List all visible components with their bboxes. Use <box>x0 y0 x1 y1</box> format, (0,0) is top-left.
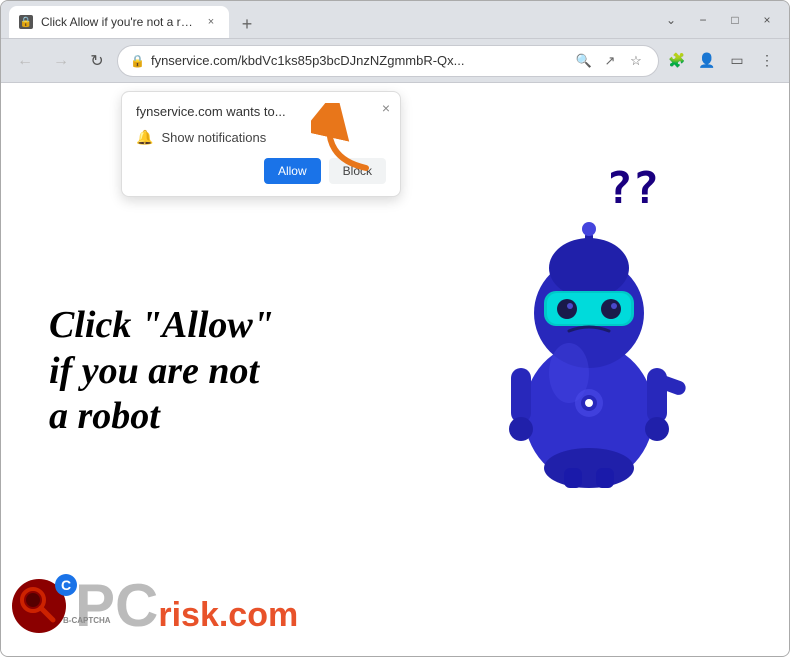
bookmark-icon[interactable]: ☆ <box>626 51 646 71</box>
robot-container <box>469 173 729 513</box>
address-icons: 🔍 ↗ ☆ <box>574 51 646 71</box>
robot-svg <box>469 173 709 493</box>
block-button[interactable]: Block <box>329 158 386 184</box>
popup-notification-row: 🔔 Show notifications <box>136 129 386 146</box>
reload-button[interactable]: ↻ <box>81 45 113 77</box>
profile-icon[interactable]: 👤 <box>693 47 721 75</box>
pcrisk-full-text: PC risk.com <box>75 576 298 636</box>
tab-strip: 🔒 Click Allow if you're not a robot × + <box>9 1 653 38</box>
popup-buttons: Allow Block <box>136 158 386 184</box>
notification-popup: × fynservice.com wants to... 🔔 Show noti… <box>121 91 401 197</box>
close-button[interactable]: × <box>753 6 781 34</box>
headline-line2: if you are not <box>49 349 274 395</box>
risk-text: risk.com <box>158 598 298 632</box>
popup-site-text: fynservice.com wants to... <box>136 104 386 119</box>
back-icon: ← <box>17 52 33 70</box>
sidebar-icon[interactable]: ▭ <box>723 47 751 75</box>
pcrisk-logo: B-CAPTCHA C PC risk.com <box>11 576 298 636</box>
minimize-button[interactable]: − <box>689 6 717 34</box>
menu-button[interactable]: ⋮ <box>753 47 781 75</box>
reload-icon: ↻ <box>90 51 103 71</box>
back-button[interactable]: ← <box>9 45 41 77</box>
maximize-button[interactable]: □ <box>721 6 749 34</box>
address-bar[interactable]: 🔒 fynservice.com/kbdVc1ks85p3bcDJnzNZgmm… <box>117 45 659 77</box>
forward-icon: → <box>53 52 69 70</box>
share-icon[interactable]: ↗ <box>600 51 620 71</box>
new-tab-button[interactable]: + <box>233 10 261 38</box>
window-controls: ⌄ − □ × <box>657 6 781 34</box>
pc-text: PC <box>75 576 158 636</box>
search-icon[interactable]: 🔍 <box>574 51 594 71</box>
extensions-icon[interactable]: 🧩 <box>663 47 691 75</box>
main-headline: Click "Allow" if you are not a robot <box>49 303 274 440</box>
chevron-down-button[interactable]: ⌄ <box>657 6 685 34</box>
url-text: fynservice.com/kbdVc1ks85p3bcDJnzNZgmmbR… <box>151 53 568 68</box>
browser-window: 🔒 Click Allow if you're not a robot × + … <box>0 0 790 657</box>
popup-close-button[interactable]: × <box>382 100 390 116</box>
bell-icon: 🔔 <box>136 129 153 146</box>
nav-bar: ← → ↻ 🔒 fynservice.com/kbdVc1ks85p3bcDJn… <box>1 39 789 83</box>
active-tab[interactable]: 🔒 Click Allow if you're not a robot × <box>9 6 229 38</box>
headline-line1: Click "Allow" <box>49 303 274 349</box>
toolbar-icons: 🧩 👤 ▭ ⋮ <box>663 47 781 75</box>
tab-close-button[interactable]: × <box>203 14 219 30</box>
forward-button[interactable]: → <box>45 45 77 77</box>
lock-icon: 🔒 <box>130 54 145 68</box>
tab-favicon: 🔒 <box>19 15 33 29</box>
page-content: × fynservice.com wants to... 🔔 Show noti… <box>1 83 789 656</box>
c-logo: C <box>55 574 77 596</box>
title-bar: 🔒 Click Allow if you're not a robot × + … <box>1 1 789 39</box>
pcrisk-text: PC risk.com <box>75 576 298 636</box>
headline-line3: a robot <box>49 394 274 440</box>
tab-title: Click Allow if you're not a robot <box>41 15 195 29</box>
bcaptcha-label: B-CAPTCHA <box>63 616 111 625</box>
allow-button[interactable]: Allow <box>264 158 321 184</box>
popup-notification-label: Show notifications <box>161 130 266 145</box>
